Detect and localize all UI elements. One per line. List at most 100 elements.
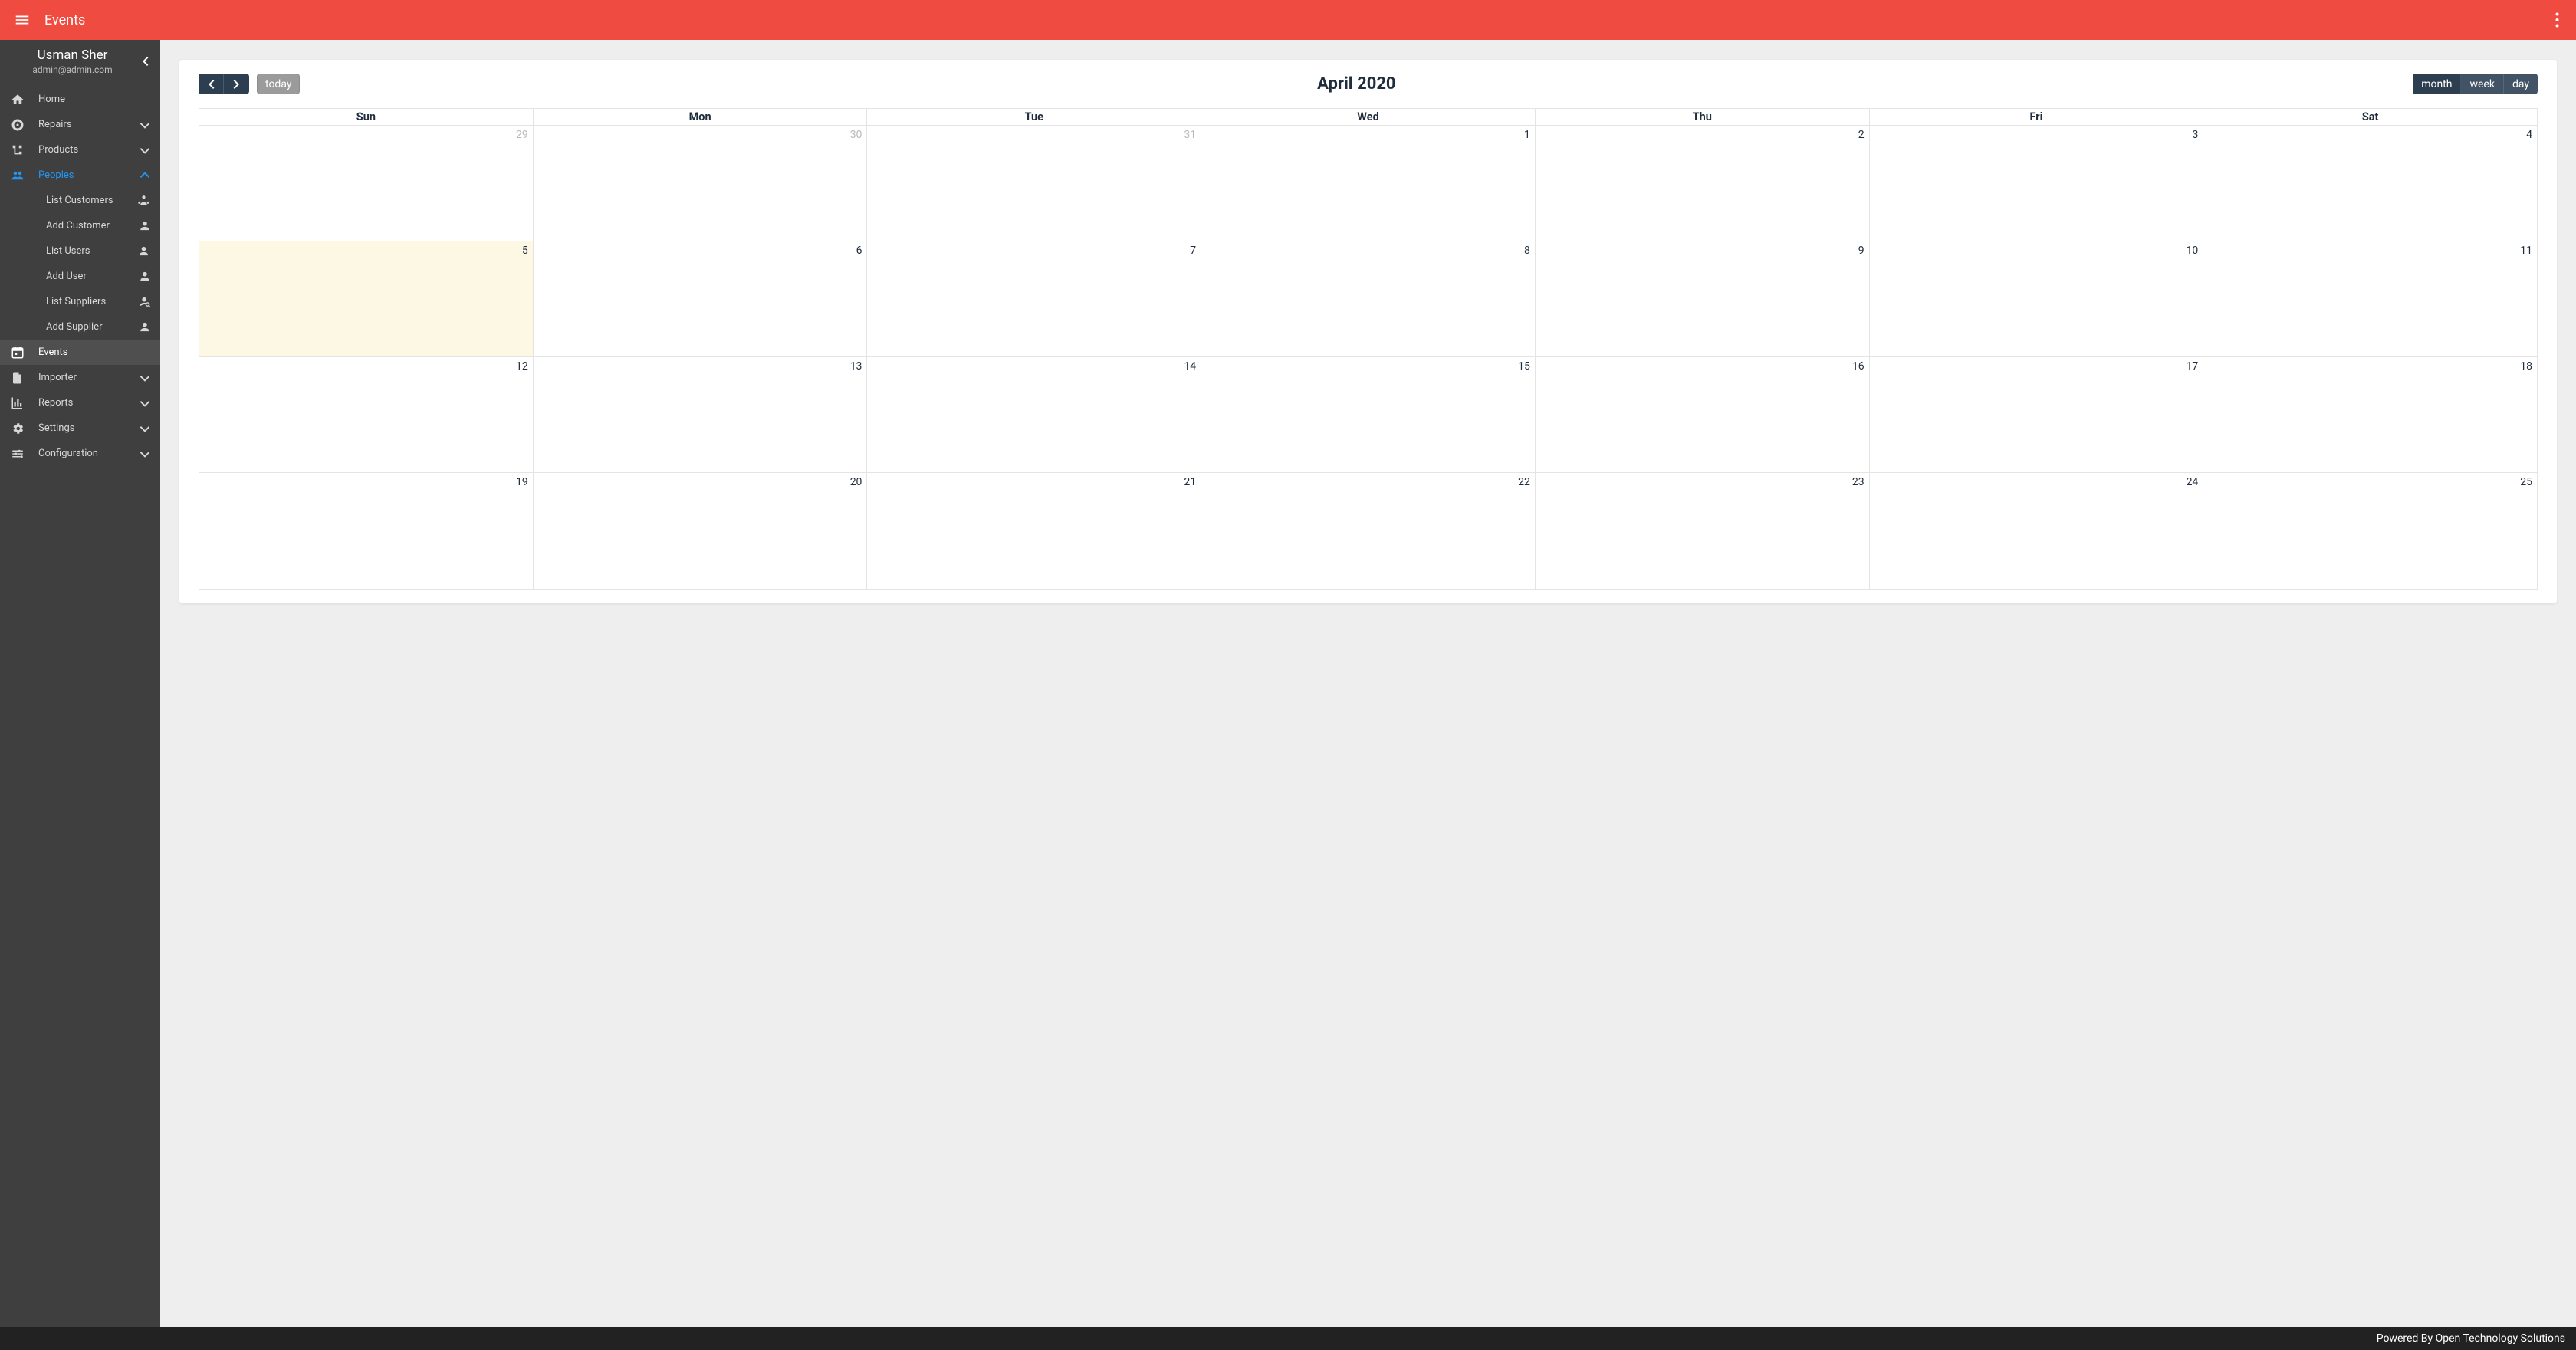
calendar-day-cell[interactable]: 4 — [2203, 126, 2537, 241]
topbar: Events — [0, 0, 2576, 40]
sidebar-item-reports[interactable]: Reports — [0, 390, 160, 416]
calendar-day-cell[interactable]: 13 — [534, 357, 868, 472]
sidebar-item-settings[interactable]: Settings — [0, 416, 160, 441]
sidebar-item-label: List Customers — [28, 195, 136, 206]
calendar-day-cell[interactable]: 25 — [2203, 473, 2537, 589]
calendar-day-cell[interactable]: 11 — [2203, 241, 2537, 356]
sidebar-item-peoples[interactable]: Peoples — [0, 163, 160, 188]
sidebar-item-label: Repairs — [28, 119, 139, 130]
calendar-day-cell[interactable]: 8 — [1201, 241, 1536, 356]
calendar-day-cell[interactable]: 12 — [199, 357, 534, 472]
footer-text: Powered By Open Technology Solutions — [2377, 1332, 2565, 1345]
tree-icon — [8, 143, 28, 157]
calendar-day-cell[interactable]: 5 — [199, 241, 534, 356]
calendar-day-cell[interactable]: 9 — [1536, 241, 1870, 356]
calendar-day-cell[interactable]: 1 — [1201, 126, 1536, 241]
hamburger-icon[interactable] — [8, 5, 37, 34]
calendar-nav-buttons — [199, 74, 249, 94]
user-add-icon — [136, 219, 151, 232]
calendar-day-cell[interactable]: 2 — [1536, 126, 1870, 241]
sidebar-item-label: Add Customer — [28, 220, 136, 232]
user-block: Usman Sher admin@admin.com — [0, 40, 160, 79]
calendar-dow-header: Fri — [1870, 109, 2204, 125]
footer: Powered By Open Technology Solutions — [0, 1327, 2576, 1350]
chevron-down-icon — [139, 120, 151, 130]
view-day-button[interactable]: day — [2504, 74, 2538, 94]
calendar-dow-header: Wed — [1201, 109, 1536, 125]
calendar-day-cell[interactable]: 21 — [867, 473, 1201, 589]
view-week-button[interactable]: week — [2461, 74, 2503, 94]
calendar-day-cell[interactable]: 3 — [1870, 126, 2204, 241]
sidebar-item-label: Add Supplier — [28, 321, 136, 333]
sidebar-item-home[interactable]: Home — [0, 87, 160, 112]
sidebar-item-importer[interactable]: Importer — [0, 365, 160, 390]
sidebar-item-label: Reports — [28, 397, 139, 409]
calendar-day-cell[interactable]: 14 — [867, 357, 1201, 472]
calendar-title: April 2020 — [300, 74, 2413, 94]
calendar-day-cell[interactable]: 10 — [1870, 241, 2204, 356]
sidebar-item-events[interactable]: Events — [0, 340, 160, 365]
calendar-toolbar: today April 2020 month week day — [179, 74, 2557, 94]
calendar-card: today April 2020 month week day SunMonTu… — [179, 60, 2557, 603]
calendar-dow-header: Sat — [2203, 109, 2537, 125]
calendar-row: 567891011 — [199, 241, 2537, 357]
sidebar-subitem-add-customer[interactable]: Add Customer — [0, 213, 160, 238]
calendar-day-cell[interactable]: 19 — [199, 473, 534, 589]
sidebar-item-label: Settings — [28, 422, 139, 434]
calendar-grid: SunMonTueWedThuFriSat 293031123456789101… — [199, 108, 2538, 590]
sidebar-item-configuration[interactable]: Configuration — [0, 441, 160, 466]
sidebar-item-label: Importer — [28, 372, 139, 383]
calendar-dow-header: Tue — [867, 109, 1201, 125]
sidebar-item-label: List Users — [28, 245, 136, 257]
sidebar-item-products[interactable]: Products — [0, 137, 160, 163]
home-icon — [8, 93, 28, 107]
sidebar-item-label: Products — [28, 144, 139, 156]
sidebar-item-label: Peoples — [28, 169, 139, 181]
calendar-view-switch: month week day — [2413, 74, 2538, 94]
calendar-next-button[interactable] — [224, 74, 249, 94]
calendar-day-cell[interactable]: 29 — [199, 126, 534, 241]
calendar-day-cell[interactable]: 15 — [1201, 357, 1536, 472]
calendar-dow-header: Thu — [1536, 109, 1870, 125]
sidebar-subitem-list-customers[interactable]: List Customers — [0, 188, 160, 213]
sidebar-item-repairs[interactable]: Repairs — [0, 112, 160, 137]
chevron-up-icon — [139, 171, 151, 180]
calendar-day-cell[interactable]: 30 — [534, 126, 868, 241]
calendar-day-cell[interactable]: 31 — [867, 126, 1201, 241]
sidebar-item-label: Configuration — [28, 448, 139, 459]
chevron-down-icon — [139, 373, 151, 383]
user-tree-icon — [136, 194, 151, 207]
calendar-day-cell[interactable]: 23 — [1536, 473, 1870, 589]
chevron-down-icon — [139, 449, 151, 458]
calendar-day-cell[interactable]: 16 — [1536, 357, 1870, 472]
calendar-day-cell[interactable]: 7 — [867, 241, 1201, 356]
sidebar-subitem-add-user[interactable]: Add User — [0, 264, 160, 289]
sidebar-subitem-add-supplier[interactable]: Add Supplier — [0, 314, 160, 340]
sliders-icon — [8, 447, 28, 461]
sidebar-collapse-icon[interactable] — [137, 56, 153, 67]
calendar-day-cell[interactable]: 6 — [534, 241, 868, 356]
calendar-row: 2930311234 — [199, 126, 2537, 241]
sidebar-subitem-list-suppliers[interactable]: List Suppliers — [0, 289, 160, 314]
user-add-icon — [136, 320, 151, 333]
calendar-day-cell[interactable]: 17 — [1870, 357, 2204, 472]
user-add-icon — [136, 270, 151, 283]
calendar-day-cell[interactable]: 18 — [2203, 357, 2537, 472]
view-month-button[interactable]: month — [2413, 74, 2461, 94]
lifebuoy-icon — [8, 118, 28, 132]
more-options-icon[interactable] — [2545, 5, 2568, 34]
calendar-row: 12131415161718 — [199, 357, 2537, 473]
sidebar-subitem-list-users[interactable]: List Users — [0, 238, 160, 264]
sidebar-item-label: Home — [28, 94, 151, 105]
calendar-day-cell[interactable]: 24 — [1870, 473, 2204, 589]
user-email: admin@admin.com — [8, 64, 137, 75]
calendar-dow-header: Sun — [199, 109, 534, 125]
today-button[interactable]: today — [257, 74, 300, 94]
calendar-day-cell[interactable]: 22 — [1201, 473, 1536, 589]
chart-icon — [8, 396, 28, 410]
calendar-day-cell[interactable]: 20 — [534, 473, 868, 589]
calendar-prev-button[interactable] — [199, 74, 224, 94]
chevron-down-icon — [139, 399, 151, 408]
user-search-icon — [136, 295, 151, 308]
chevron-down-icon — [139, 424, 151, 433]
